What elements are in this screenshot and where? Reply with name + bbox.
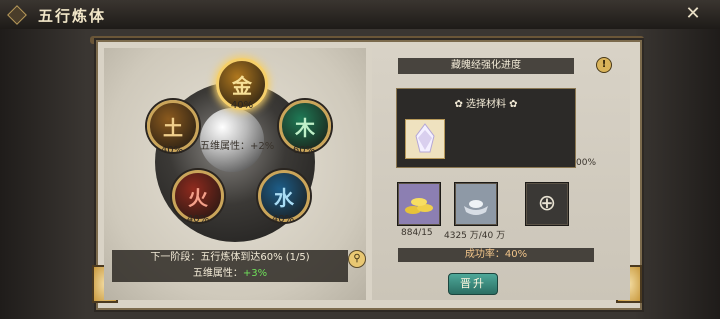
info-button[interactable]: ! (596, 57, 612, 73)
element-fire-percent: 40% (186, 214, 210, 225)
progress-title: 藏魄经强化进度 (398, 58, 574, 74)
element-earth-label: 土 (163, 115, 183, 140)
slot-silver-count: 4325 万/40 万 (444, 231, 506, 241)
add-material-slot[interactable]: ⊕ (526, 183, 568, 225)
top-bar: 五行炼体 ✕ (0, 0, 720, 30)
next-attribute-value: +3% (242, 268, 268, 279)
element-metal-label: 金 (232, 73, 252, 98)
popup-title: ✿ 选择材料 ✿ (454, 99, 518, 110)
next-attribute-label: 五维属性： (192, 268, 243, 279)
close-button[interactable]: ✕ (678, 3, 708, 25)
crystal-icon (415, 123, 435, 153)
title-ornament-icon (7, 5, 27, 25)
element-wood-percent: 60% (292, 145, 316, 156)
element-water-label: 水 (274, 185, 294, 210)
gold-ingots-icon (405, 198, 433, 214)
info-icon: ! (601, 59, 607, 70)
next-stage-text: 下一阶段：五行炼体到达60% (1/5) (112, 250, 348, 266)
element-earth-percent: 40% (160, 145, 184, 156)
element-fire-label: 火 (188, 185, 208, 210)
element-wood-label: 木 (295, 115, 315, 140)
slot-gold-ingots[interactable] (398, 183, 440, 225)
material-select-popup: ✿ 选择材料 ✿ (396, 88, 576, 168)
material-crystal-item[interactable] (405, 119, 445, 159)
magnify-button[interactable]: ⚲ (348, 250, 366, 268)
upgrade-button[interactable]: 晋升 (448, 273, 498, 295)
magnify-icon: ⚲ (353, 253, 361, 264)
plus-circle-icon: ⊕ (537, 191, 557, 216)
slot-silver-ingot[interactable] (455, 183, 497, 225)
slot-gold-count: 884/15 (401, 228, 433, 238)
next-attribute-row: 五维属性：+3% (112, 266, 348, 282)
current-attribute-text: 五维属性：+2% (200, 141, 275, 152)
success-rate: 成功率：40% (398, 248, 594, 262)
element-metal-percent: 40% (230, 100, 254, 111)
page-title: 五行炼体 (38, 7, 107, 25)
close-cross-icon: ✕ (685, 3, 701, 24)
enhance-panel (372, 48, 630, 300)
popup-title-text: 选择材料 (466, 99, 506, 110)
progress-side-text: 00% (576, 158, 597, 168)
silver-ingot-icon (464, 200, 488, 215)
element-water-percent: 40% (271, 214, 295, 225)
